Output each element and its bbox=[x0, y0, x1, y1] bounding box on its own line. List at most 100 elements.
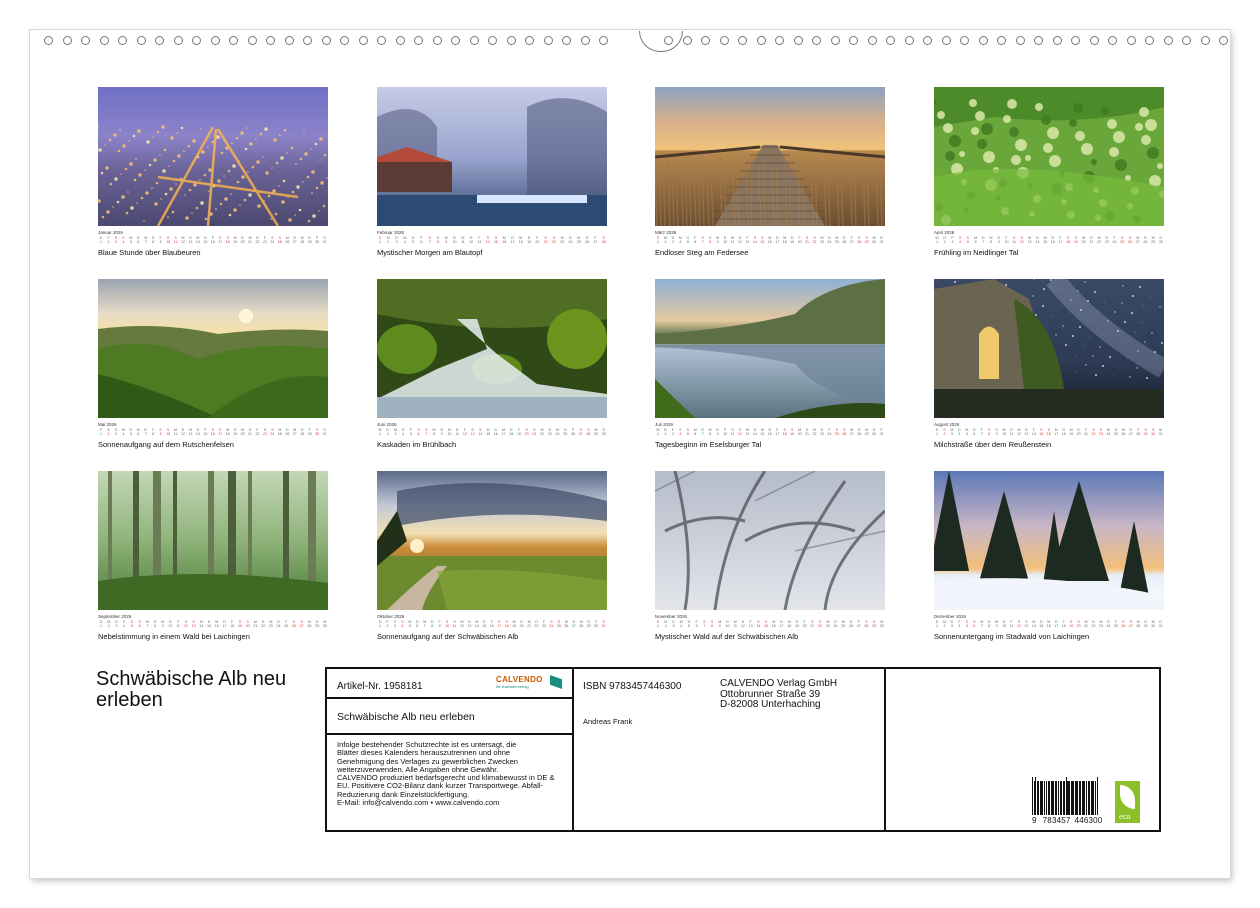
day-cell: M3 bbox=[393, 428, 397, 436]
day-cell: M 23 bbox=[825, 620, 830, 628]
day-cell: D 13 bbox=[188, 236, 193, 244]
day-cell: M 24 bbox=[1106, 428, 1111, 436]
day-cell: D6 bbox=[972, 428, 976, 436]
binding-ring-icon bbox=[340, 36, 349, 45]
day-cell: F 23 bbox=[262, 236, 267, 244]
binding-ring-icon bbox=[432, 36, 442, 45]
month-caption: Sonnenuntergang im Stadwald von Laiching… bbox=[934, 632, 1090, 641]
month-days-strip: M 1 D 2 M 3 D 4 F 5 S 6 S 7 M 8 D 9 M 10 D 11 F 12 S 13 S 14 M 15 D 16 M… bbox=[377, 428, 607, 437]
day-cell: F 11 bbox=[1009, 620, 1014, 628]
day-cell: S 23 bbox=[262, 428, 267, 436]
day-cell: F 10 bbox=[723, 428, 728, 436]
binding-ring-icon bbox=[1052, 36, 1062, 45]
day-cell: S 19 bbox=[1073, 236, 1078, 244]
binding-ring-icon bbox=[1034, 36, 1043, 45]
month-tile: Februar 2026 S 1 M 2 D 3 M 4 D 5 F 6 S 7 S 8 M 9 D 10 M 11 D 12 F… bbox=[377, 87, 607, 257]
month-caption: Nebelstimmung in einem Wald bei Laiching… bbox=[98, 632, 250, 641]
binding-ring-icon bbox=[395, 36, 405, 45]
day-cell: F 14 bbox=[1031, 428, 1036, 436]
day-cell: D 12 bbox=[180, 428, 185, 436]
day-cell: F 31 bbox=[879, 428, 884, 436]
day-cell: D 28 bbox=[300, 428, 305, 436]
day-cell: D 20 bbox=[519, 620, 524, 628]
month-days-strip: M 1 D 2 F 3 S 4 S 5 M 6 D 7 M 8 D 9 F 10 S 11 S 12 M 13 D 14 M 15 D 16 F… bbox=[655, 428, 885, 437]
month-photo bbox=[98, 279, 328, 418]
day-cell: F 25 bbox=[1113, 620, 1118, 628]
day-cell: S 13 bbox=[470, 428, 475, 436]
article-number: Artikel-Nr. 1958181 bbox=[337, 681, 423, 692]
day-cell: D 11 bbox=[455, 428, 460, 436]
day-cell: S9 bbox=[995, 428, 998, 436]
day-cell: D 24 bbox=[1106, 620, 1111, 628]
binding-ring-icon bbox=[886, 36, 895, 45]
day-cell: M 19 bbox=[233, 236, 238, 244]
day-cell: S4 bbox=[122, 236, 125, 244]
day-cell: M8 bbox=[432, 428, 436, 436]
day-cell: D 26 bbox=[848, 620, 853, 628]
day-cell: F 21 bbox=[1084, 428, 1089, 436]
day-cell: S 31 bbox=[601, 620, 606, 628]
day-cell: D 24 bbox=[827, 236, 832, 244]
day-cell: S 25 bbox=[556, 620, 561, 628]
day-cell: S 15 bbox=[760, 236, 765, 244]
day-cell: S 18 bbox=[782, 428, 787, 436]
day-cell: M7 bbox=[145, 620, 149, 628]
month-tile: Dezember 2026 D 1 M 2 D 3 F 4 S 5 S 6 M 7 D 8 M 9 D 10 F 11 S 12… bbox=[934, 471, 1164, 641]
day-cell: S 16 bbox=[1046, 428, 1051, 436]
day-cell: M 30 bbox=[1151, 620, 1156, 628]
day-cell: F 10 bbox=[1004, 236, 1009, 244]
day-cell: M 11 bbox=[173, 428, 178, 436]
day-cell: D1 bbox=[99, 236, 103, 244]
month-tile: März 2026 S 1 M 2 D 3 M 4 D 5 F 6 S 7 S 8 M 9 D 10 M 11 D 12 F 13 S… bbox=[655, 87, 885, 257]
day-cell: D 17 bbox=[779, 620, 784, 628]
day-cell: S 17 bbox=[497, 620, 502, 628]
day-cell: F 20 bbox=[797, 236, 802, 244]
day-cell: D 17 bbox=[775, 236, 780, 244]
day-cell: S 28 bbox=[857, 236, 862, 244]
day-cell: D 15 bbox=[1039, 620, 1044, 628]
day-cell: S 30 bbox=[315, 428, 320, 436]
month-photo bbox=[934, 279, 1164, 418]
day-cell: M9 bbox=[718, 620, 722, 628]
binding-ring-icon bbox=[941, 36, 951, 45]
day-cell: D 19 bbox=[527, 236, 532, 244]
day-cell: D 22 bbox=[1091, 620, 1096, 628]
binding-ring-icon bbox=[284, 36, 294, 45]
day-cell: M 27 bbox=[849, 428, 854, 436]
binding-ring-icon bbox=[1015, 36, 1025, 45]
binding-ring-icon bbox=[247, 36, 257, 45]
day-cell: D 10 bbox=[168, 620, 173, 628]
month-name: September 2026 bbox=[98, 614, 132, 619]
month-name: August 2026 bbox=[934, 422, 960, 427]
day-cell: S 14 bbox=[478, 428, 483, 436]
day-cell: M 31 bbox=[1158, 428, 1163, 436]
day-cell: D 31 bbox=[879, 236, 884, 244]
day-cell: F 12 bbox=[462, 428, 467, 436]
day-cell: D 19 bbox=[794, 620, 799, 628]
day-cell: F 23 bbox=[541, 620, 546, 628]
day-cell: D 24 bbox=[276, 620, 281, 628]
day-cell: M 26 bbox=[1121, 428, 1126, 436]
month-name: Februar 2026 bbox=[377, 230, 405, 235]
publisher-line: D-82008 Unterhaching bbox=[720, 699, 821, 710]
day-cell: D 23 bbox=[819, 428, 824, 436]
day-cell: S 12 bbox=[1016, 620, 1021, 628]
day-cell: F 13 bbox=[477, 236, 482, 244]
day-cell: M 18 bbox=[787, 620, 792, 628]
day-cell: M6 bbox=[974, 236, 978, 244]
day-cell: D 27 bbox=[1128, 428, 1133, 436]
day-cell: S 11 bbox=[173, 236, 178, 244]
binding-ring-icon bbox=[543, 36, 553, 45]
day-cell: S 28 bbox=[601, 236, 606, 244]
day-cell: F7 bbox=[980, 428, 983, 436]
day-cell: D 24 bbox=[833, 620, 838, 628]
month-days-strip: D 1 F 2 S 3 S 4 M 5 D 6 M 7 D 8 F 9 S 10 S 11 M 12 D 13 M 14 D 15 F 16 S… bbox=[377, 620, 607, 629]
calendar-title: Schwäbische Alb neu erleben bbox=[96, 668, 287, 711]
day-cell: D 26 bbox=[842, 236, 847, 244]
day-cell: D 19 bbox=[233, 428, 238, 436]
day-cell: D 23 bbox=[547, 428, 552, 436]
binding-ring-icon bbox=[44, 36, 53, 45]
month-tile: Oktober 2026 D 1 F 2 S 3 S 4 M 5 D 6 M 7 D 8 F 9 S 10 S 11 M 12 D… bbox=[377, 471, 607, 641]
day-cell: D 21 bbox=[1089, 236, 1094, 244]
binding-ring-icon bbox=[562, 36, 571, 45]
